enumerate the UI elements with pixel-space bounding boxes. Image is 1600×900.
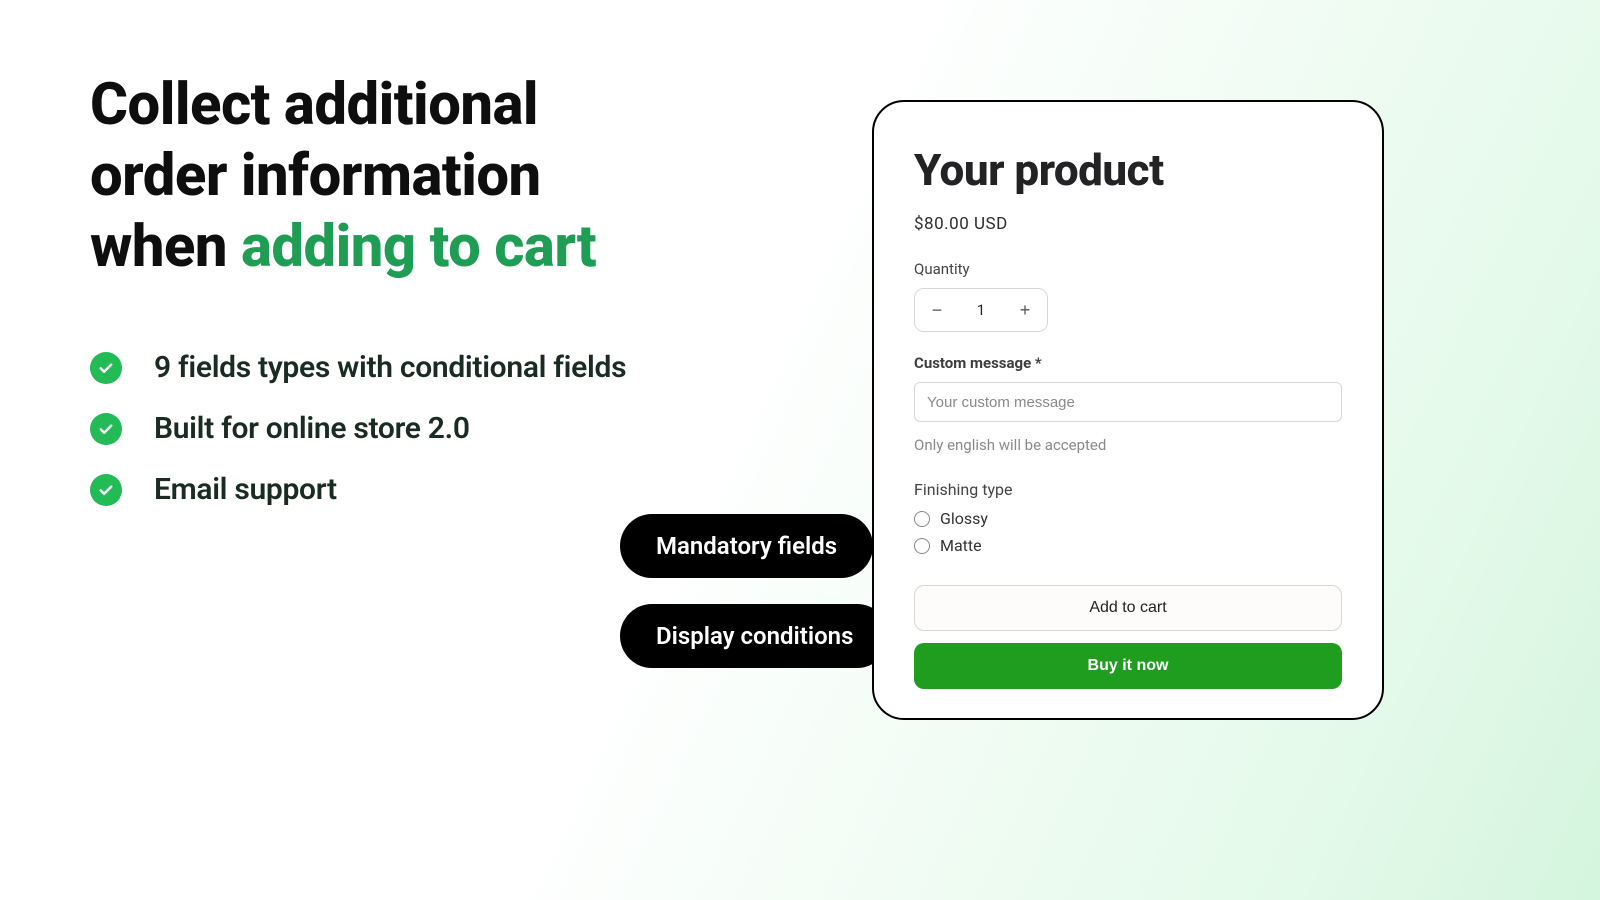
product-title: Your product (914, 144, 1342, 196)
hero-headline: Collect additional order information whe… (90, 70, 740, 282)
pill-mandatory-fields: Mandatory fields (620, 514, 873, 578)
finishing-option-label: Matte (940, 536, 982, 555)
quantity-decrement-button[interactable]: − (915, 288, 959, 332)
quantity-label: Quantity (914, 260, 1342, 278)
check-icon (90, 413, 122, 445)
finishing-option-matte[interactable]: Matte (914, 536, 1342, 555)
feature-text: 9 fields types with conditional fields (154, 350, 626, 385)
hero-left: Collect additional order information whe… (90, 70, 740, 507)
check-icon (90, 474, 122, 506)
pill-display-conditions: Display conditions (620, 604, 889, 668)
quantity-increment-button[interactable]: + (1003, 288, 1047, 332)
feature-list: 9 fields types with conditional fields B… (90, 350, 740, 507)
finishing-option-label: Glossy (940, 509, 988, 528)
headline-line2: order information (90, 142, 541, 210)
feature-item: Email support (90, 472, 740, 507)
finishing-option-glossy[interactable]: Glossy (914, 509, 1342, 528)
headline-line1: Collect additional (90, 71, 538, 139)
feature-item: 9 fields types with conditional fields (90, 350, 740, 385)
headline-line3a: when (90, 213, 241, 281)
product-price: $80.00 USD (914, 214, 1342, 234)
custom-message-helper: Only english will be accepted (914, 436, 1342, 454)
product-card: Your product $80.00 USD Quantity − 1 + C… (872, 100, 1384, 720)
radio-icon (914, 538, 930, 554)
custom-message-label: Custom message * (914, 354, 1342, 372)
add-to-cart-button[interactable]: Add to cart (914, 585, 1342, 631)
feature-text: Email support (154, 472, 337, 507)
quantity-stepper: − 1 + (914, 288, 1048, 332)
radio-icon (914, 511, 930, 527)
custom-message-input[interactable] (914, 382, 1342, 422)
finishing-type-label: Finishing type (914, 480, 1342, 499)
headline-accent: adding to cart (241, 213, 596, 281)
feature-text: Built for online store 2.0 (154, 411, 470, 446)
check-icon (90, 352, 122, 384)
quantity-value: 1 (959, 301, 1003, 319)
buy-now-button[interactable]: Buy it now (914, 643, 1342, 689)
feature-item: Built for online store 2.0 (90, 411, 740, 446)
